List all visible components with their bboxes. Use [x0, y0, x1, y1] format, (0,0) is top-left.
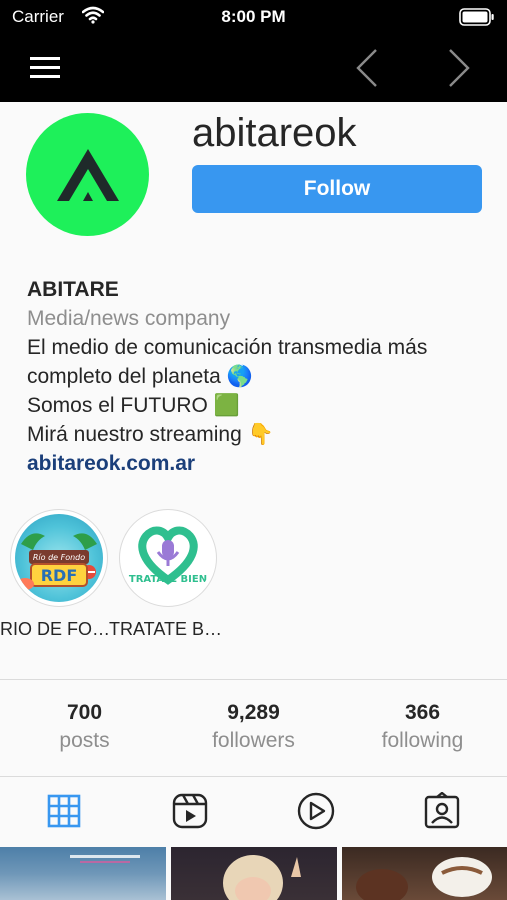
- rdf-beach-icon: Río de Fondo RDF: [16, 533, 97, 590]
- bio-line: completo del planeta 🌎: [27, 365, 253, 388]
- status-bar: Carrier 8:00 PM: [0, 0, 507, 34]
- highlight-cover: TRATATE BIEN: [119, 509, 217, 607]
- story-highlight-rdf[interactable]: Río de Fondo RDF RIO DE FONDO: [0, 509, 118, 639]
- play-circle-icon: [297, 792, 335, 830]
- nav-bar: [0, 34, 507, 102]
- tab-video[interactable]: [296, 791, 336, 831]
- post-thumbnail[interactable]: [342, 847, 507, 900]
- stat-label: following: [381, 729, 464, 752]
- post-image: [70, 855, 140, 863]
- profile-bio: ABITARE Media/news company El medio de c…: [27, 275, 497, 478]
- stat-posts[interactable]: 700 posts: [0, 700, 169, 756]
- grid-icon: [47, 794, 81, 828]
- abitare-logo-icon: [56, 148, 119, 201]
- highlight-cover: Río de Fondo RDF: [10, 509, 108, 607]
- divider: [0, 679, 507, 680]
- rdf-cover-caption: Río de Fondo: [33, 553, 85, 562]
- tagged-person-icon: [424, 792, 460, 829]
- tab-reels[interactable]: [170, 791, 210, 831]
- stat-label: posts: [59, 729, 110, 752]
- stat-value: 700: [66, 701, 103, 724]
- reels-icon: [172, 793, 208, 829]
- follow-button[interactable]: Follow: [192, 165, 482, 213]
- bio-line: El medio de comunicación transmedia más: [27, 336, 428, 359]
- story-highlight-tratate-bien[interactable]: TRATATE BIEN TRATATE BIEN: [109, 509, 227, 639]
- rdf-cover-title: RDF: [41, 566, 78, 585]
- tab-tagged[interactable]: [422, 791, 462, 831]
- post-image: [356, 857, 492, 900]
- bio-line: Somos el FUTURO 🟩: [27, 394, 240, 417]
- profile-website-link[interactable]: abitareok.com.ar: [27, 449, 497, 478]
- profile-username: abitareok: [192, 111, 357, 155]
- battery-icon: [459, 8, 495, 31]
- tratate-bien-heart-icon: TRATATE BIEN: [129, 526, 207, 585]
- stat-label: followers: [212, 729, 295, 752]
- clock: 8:00 PM: [221, 7, 286, 26]
- stat-value: 9,289: [227, 701, 280, 724]
- highlight-label: RIO DE FONDO: [0, 619, 118, 639]
- profile-name: ABITARE: [27, 278, 119, 301]
- stat-followers[interactable]: 9,289 followers: [169, 700, 338, 756]
- profile-tab-bar: [0, 777, 507, 845]
- tratate-cover-title: TRATATE BIEN: [129, 574, 207, 585]
- tab-grid[interactable]: [44, 791, 84, 831]
- post-image: [223, 855, 301, 900]
- profile-category: Media/news company: [27, 307, 231, 330]
- avatar[interactable]: [26, 113, 149, 236]
- bio-line: Mirá nuestro streaming 👇: [27, 423, 274, 446]
- chevron-right-icon[interactable]: [444, 46, 474, 95]
- chevron-left-icon[interactable]: [352, 46, 382, 95]
- post-thumbnail[interactable]: [0, 847, 166, 900]
- highlight-label: TRATATE BIEN: [109, 619, 227, 639]
- post-thumbnail[interactable]: [171, 847, 337, 900]
- stat-following[interactable]: 366 following: [338, 700, 507, 756]
- hamburger-menu-icon[interactable]: [28, 54, 64, 82]
- stat-value: 366: [404, 701, 441, 724]
